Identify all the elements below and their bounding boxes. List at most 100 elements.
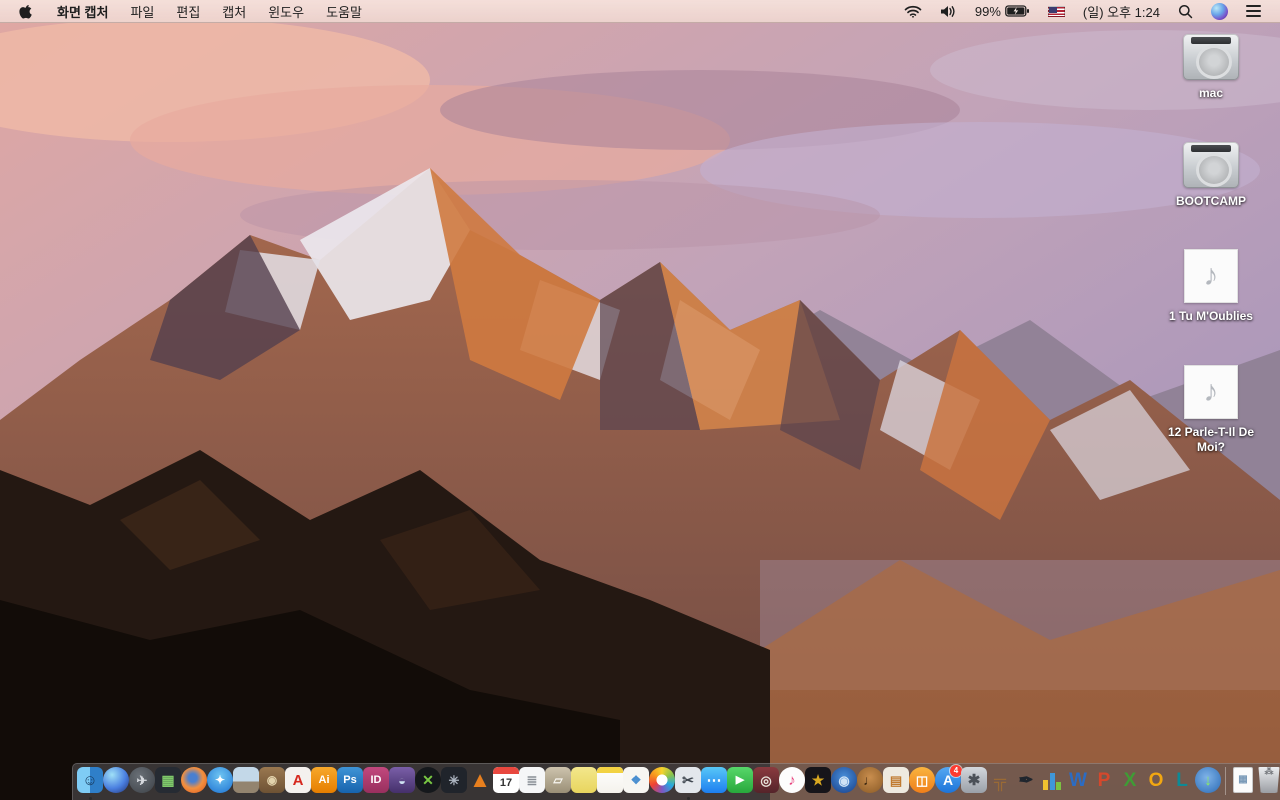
acrobat-reader-glyph: A (285, 767, 311, 793)
xee-image-viewer-icon[interactable]: ✕ (415, 767, 441, 800)
adobe-illustrator-icon[interactable]: Ai (311, 767, 337, 800)
volume-mac[interactable]: mac (1183, 34, 1239, 102)
trash-full-glyph: ⁂ (1258, 767, 1280, 793)
audio-file-icon: ♪ (1183, 249, 1238, 304)
microsoft-lync-icon[interactable]: L (1169, 767, 1195, 800)
mission-control-icon[interactable]: ▦ (155, 767, 181, 800)
acrobat-reader-icon[interactable]: A (285, 767, 311, 800)
wallpaper-sierra-mountain (0, 0, 1280, 800)
safari-icon[interactable]: ✦ (207, 767, 233, 800)
hard-drive-icon (1183, 141, 1239, 188)
trash-full-icon[interactable]: ⁂ (1256, 767, 1280, 800)
audio-file-2[interactable]: ♪ 12 Parle-T-Il De Moi? (1158, 364, 1264, 456)
siri-glyph (103, 767, 129, 793)
itunes-glyph: ♪ (779, 767, 805, 793)
unarchiver-glyph: ▱ (545, 767, 571, 793)
fan-disc-utility-icon[interactable]: ✳ (441, 767, 467, 800)
preview-icon[interactable] (233, 767, 259, 800)
menu-bar-clock[interactable]: (일) 오후 1:24 (1074, 0, 1169, 22)
dvd-player-icon[interactable]: ◉ (831, 767, 857, 800)
microsoft-word-icon[interactable]: W (1065, 767, 1091, 800)
dock-divider (1225, 767, 1226, 795)
dock: ☺ ✈ ▦ ✦ ◉ A Ai Ps ID ◒ ✕ ✳ ▲ 17 ≣ ▱ ❖ ✂ ⋯ ▶ ◎ ♪ ★ ◉ ♩ ▤ ◫ A 4 ✱ ╦ ✒ W P X O… (72, 763, 1280, 800)
finder-icon[interactable]: ☺ (77, 767, 103, 800)
adobe-indesign-icon[interactable]: ID (363, 767, 389, 800)
firefox-icon[interactable] (181, 767, 207, 800)
newsletter-collage-icon[interactable]: ▤ (883, 767, 909, 800)
microsoft-powerpoint-glyph: P (1097, 769, 1111, 791)
web-downloader-icon[interactable]: ↓ (1195, 767, 1221, 800)
unarchiver-icon[interactable]: ▱ (545, 767, 571, 800)
contacts-glyph: ◉ (259, 767, 285, 793)
ibooks-icon[interactable]: ◫ (909, 767, 935, 800)
desktop: 화면 캡처 파일 편집 캡처 윈도우 도움말 99% (일) 오후 1:24 m… (0, 0, 1280, 800)
spotlight-search-icon[interactable] (1169, 0, 1202, 22)
apple-menu-icon[interactable] (10, 0, 46, 22)
toast-titanium-icon[interactable]: ◒ (389, 767, 415, 800)
facetime-icon[interactable]: ▶ (727, 767, 753, 800)
microsoft-outlook-icon[interactable]: O (1143, 767, 1169, 800)
certificate-document-glyph: ❖ (623, 767, 649, 793)
volume-bootcamp[interactable]: BOOTCAMP (1176, 141, 1246, 210)
image-file-icon[interactable]: ▦ (1230, 767, 1256, 800)
menu-item-2[interactable]: 편집 (165, 2, 211, 21)
microsoft-lync-glyph: L (1176, 769, 1188, 791)
vlc-icon[interactable]: ▲ (467, 767, 493, 800)
battery-status[interactable]: 99% (966, 0, 1039, 22)
desktop-icon-label: 1 Tu M'Oublies (1169, 309, 1253, 324)
grab-screen-capture-glyph: ✂ (675, 767, 701, 793)
preview-glyph (233, 767, 259, 793)
photos-icon[interactable] (649, 767, 675, 800)
app-store-icon[interactable]: A4 (935, 765, 962, 800)
pages-icon[interactable]: ✒ (1013, 767, 1039, 800)
menu-item-5[interactable]: 도움말 (315, 2, 373, 21)
numbers-glyph (1039, 767, 1065, 793)
menu-item-1[interactable]: 파일 (119, 2, 165, 21)
numbers-icon[interactable] (1039, 767, 1065, 800)
certificate-document-icon[interactable]: ❖ (623, 767, 649, 800)
garageband-icon[interactable]: ♩ (857, 767, 883, 800)
reminders-glyph: ≣ (519, 767, 545, 793)
battery-charging-icon (1005, 5, 1029, 17)
microsoft-excel-icon[interactable]: X (1117, 767, 1143, 800)
calendar-icon[interactable]: 17 (493, 767, 519, 800)
calendar-glyph: 17 (493, 767, 519, 793)
wifi-icon[interactable] (895, 0, 931, 22)
volume-icon[interactable] (931, 0, 966, 22)
input-source-flag[interactable] (1039, 0, 1074, 22)
desktop-icon-label: 12 Parle-T-Il De Moi? (1167, 424, 1255, 455)
menu-bar: 화면 캡처 파일 편집 캡처 윈도우 도움말 99% (일) 오후 1:24 (0, 0, 1280, 23)
desktop-icon-label: mac (1198, 86, 1224, 100)
siri-icon[interactable] (1202, 0, 1237, 22)
stickies-icon[interactable] (571, 767, 597, 800)
photos-glyph (649, 767, 675, 793)
messages-icon[interactable]: ⋯ (701, 767, 727, 800)
imovie-icon[interactable]: ★ (805, 767, 831, 800)
launchpad-icon[interactable]: ✈ (129, 767, 155, 800)
notification-center-icon[interactable] (1237, 0, 1270, 22)
siri-icon[interactable] (103, 767, 129, 800)
keynote-glyph: ╦ (993, 770, 1007, 790)
system-preferences-glyph: ✱ (961, 767, 987, 793)
menu-item-3[interactable]: 캡처 (211, 2, 257, 21)
notes-icon[interactable] (597, 767, 623, 800)
active-app-name[interactable]: 화면 캡처 (46, 2, 119, 21)
adobe-photoshop-icon[interactable]: Ps (337, 767, 363, 800)
grab-screen-capture-icon[interactable]: ✂ (675, 767, 701, 800)
audio-file-1[interactable]: ♪ 1 Tu M'Oublies (1169, 249, 1253, 325)
stickies-glyph (571, 767, 597, 793)
microsoft-powerpoint-icon[interactable]: P (1091, 767, 1117, 800)
keynote-icon[interactable]: ╦ (987, 767, 1013, 800)
audio-file-icon: ♪ (1184, 364, 1238, 419)
reminders-icon[interactable]: ≣ (519, 767, 545, 800)
desktop-icon-label: BOOTCAMP (1176, 193, 1246, 208)
contacts-icon[interactable]: ◉ (259, 767, 285, 800)
menu-item-4[interactable]: 윈도우 (257, 2, 315, 21)
itunes-icon[interactable]: ♪ (779, 767, 805, 800)
dvd-player-glyph: ◉ (831, 767, 857, 793)
firefox-glyph (181, 767, 207, 793)
system-preferences-icon[interactable]: ✱ (961, 767, 987, 800)
photo-booth-icon[interactable]: ◎ (753, 767, 779, 800)
xee-image-viewer-glyph: ✕ (415, 767, 441, 793)
adobe-indesign-glyph: ID (363, 767, 389, 793)
